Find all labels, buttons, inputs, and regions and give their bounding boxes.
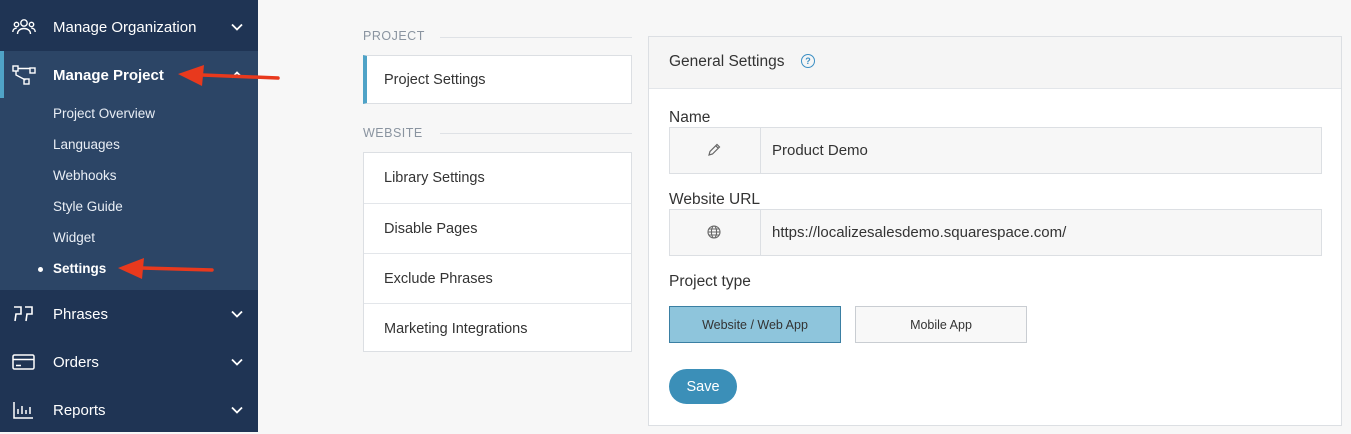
- current-item-dot: [38, 267, 43, 272]
- project-type-website-button[interactable]: Website / Web App: [669, 306, 841, 343]
- section-label-website: WEBSITE: [363, 126, 423, 140]
- name-addon: [670, 128, 761, 173]
- menu-item-marketing-integrations[interactable]: Marketing Integrations: [364, 303, 631, 353]
- sidebar-item-label: Manage Project: [53, 66, 164, 84]
- sidebar-item-label: Phrases: [53, 305, 109, 323]
- sidebar-item-reports[interactable]: Reports: [0, 386, 258, 434]
- section-label-project: PROJECT: [363, 29, 425, 43]
- bar-chart-icon: [13, 402, 33, 419]
- help-icon[interactable]: ?: [801, 54, 815, 68]
- url-addon: [670, 210, 761, 255]
- chevron-down-icon[interactable]: [230, 307, 244, 321]
- name-field[interactable]: Product Demo: [669, 127, 1322, 174]
- sidebar-item-label: Reports: [53, 401, 106, 419]
- annotation-arrow-manage-project: [178, 65, 280, 86]
- menu-item-library-settings[interactable]: Library Settings: [364, 153, 631, 203]
- card-header: General Settings ?: [649, 37, 1341, 89]
- name-value[interactable]: Product Demo: [772, 142, 868, 159]
- pencil-icon: [708, 143, 721, 156]
- project-type-mobile-button[interactable]: Mobile App: [855, 306, 1027, 343]
- globe-icon: [707, 225, 721, 239]
- project-tree-icon: [12, 65, 36, 85]
- chevron-down-icon[interactable]: [230, 403, 244, 417]
- menu-item-exclude-phrases[interactable]: Exclude Phrases: [364, 253, 631, 303]
- project-type-label: Project type: [669, 273, 751, 290]
- sidebar-item-label: Orders: [53, 353, 99, 371]
- card-title: General Settings: [669, 53, 785, 70]
- url-value[interactable]: https://localizesalesdemo.squarespace.co…: [772, 224, 1066, 241]
- subitem-webhooks[interactable]: Webhooks: [53, 168, 117, 183]
- subitem-style-guide[interactable]: Style Guide: [53, 199, 123, 214]
- menu-item-disable-pages[interactable]: Disable Pages: [364, 203, 631, 253]
- chevron-down-icon[interactable]: [230, 20, 244, 34]
- annotation-arrow-settings: [118, 258, 214, 279]
- sidebar-item-label: Manage Organization: [53, 18, 197, 36]
- subitem-settings[interactable]: Settings: [53, 261, 106, 276]
- divider: [440, 37, 632, 38]
- people-icon: [12, 19, 36, 35]
- sidebar-item-orders[interactable]: Orders: [0, 338, 258, 386]
- subitem-languages[interactable]: Languages: [53, 137, 120, 152]
- credit-card-icon: [12, 354, 35, 370]
- sidebar-item-manage-organization[interactable]: Manage Organization: [0, 3, 258, 51]
- name-label: Name: [669, 109, 711, 126]
- save-button[interactable]: Save: [669, 369, 737, 404]
- url-field[interactable]: https://localizesalesdemo.squarespace.co…: [669, 209, 1322, 256]
- subitem-widget[interactable]: Widget: [53, 230, 95, 245]
- menu-item-project-settings[interactable]: Project Settings: [367, 56, 631, 103]
- general-settings-card: General Settings ? Name Product Demo Web…: [648, 36, 1342, 426]
- chevron-down-icon[interactable]: [230, 355, 244, 369]
- website-menu: Library Settings Disable Pages Exclude P…: [363, 152, 632, 352]
- sidebar-item-phrases[interactable]: Phrases: [0, 290, 258, 338]
- quote-icon: [14, 306, 33, 322]
- subitem-project-overview[interactable]: Project Overview: [53, 106, 155, 121]
- url-label: Website URL: [669, 191, 761, 208]
- divider: [440, 133, 632, 134]
- project-menu: Project Settings: [363, 55, 632, 104]
